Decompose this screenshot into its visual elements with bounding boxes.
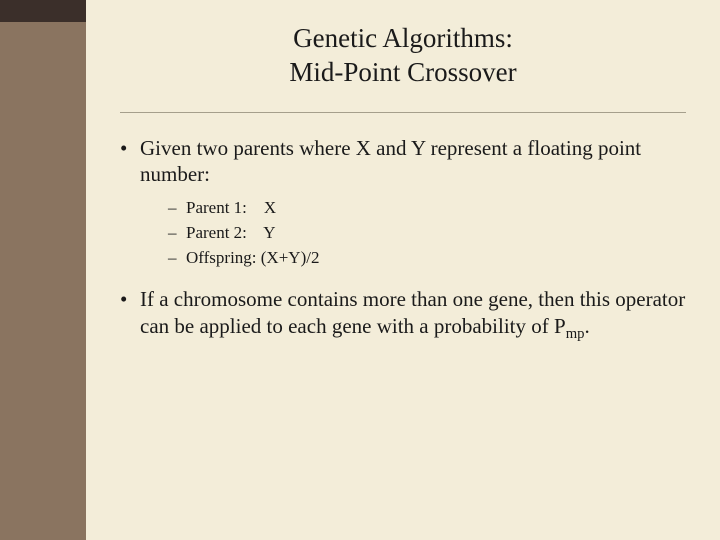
sub-bullet-item: – Offspring: (X+Y)/2 [168,246,686,271]
dash-mark-icon: – [168,196,186,221]
sub-bullet-text: Parent 1: X [186,196,686,221]
dash-mark-icon: – [168,221,186,246]
sub-bullet-item: – Parent 1: X [168,196,686,221]
title-line-2: Mid-Point Crossover [86,56,720,90]
sub-bullet-group: – Parent 1: X – Parent 2: Y – Offspring:… [168,196,686,270]
bullet-mark-icon: • [120,286,140,340]
corner-tab [0,0,86,22]
bullet-text: If a chromosome contains more than one g… [140,286,686,340]
slide-content: • Given two parents where X and Y repres… [86,113,720,340]
sub-bullet-item: – Parent 2: Y [168,221,686,246]
title-line-1: Genetic Algorithms: [86,22,720,56]
bullet-mark-icon: • [120,135,140,189]
sub-bullet-text: Offspring: (X+Y)/2 [186,246,686,271]
bullet-item: • Given two parents where X and Y repres… [120,135,686,189]
bullet-item: • If a chromosome contains more than one… [120,286,686,340]
slide-title: Genetic Algorithms: Mid-Point Crossover [86,0,720,104]
bullet-text: Given two parents where X and Y represen… [140,135,686,189]
dash-mark-icon: – [168,246,186,271]
bullet-text-pre: If a chromosome contains more than one g… [140,287,685,338]
sub-bullet-text: Parent 2: Y [186,221,686,246]
bullet-text-post: . [584,314,589,338]
subscript: mp [566,326,585,342]
slide-body: Genetic Algorithms: Mid-Point Crossover … [86,0,720,540]
